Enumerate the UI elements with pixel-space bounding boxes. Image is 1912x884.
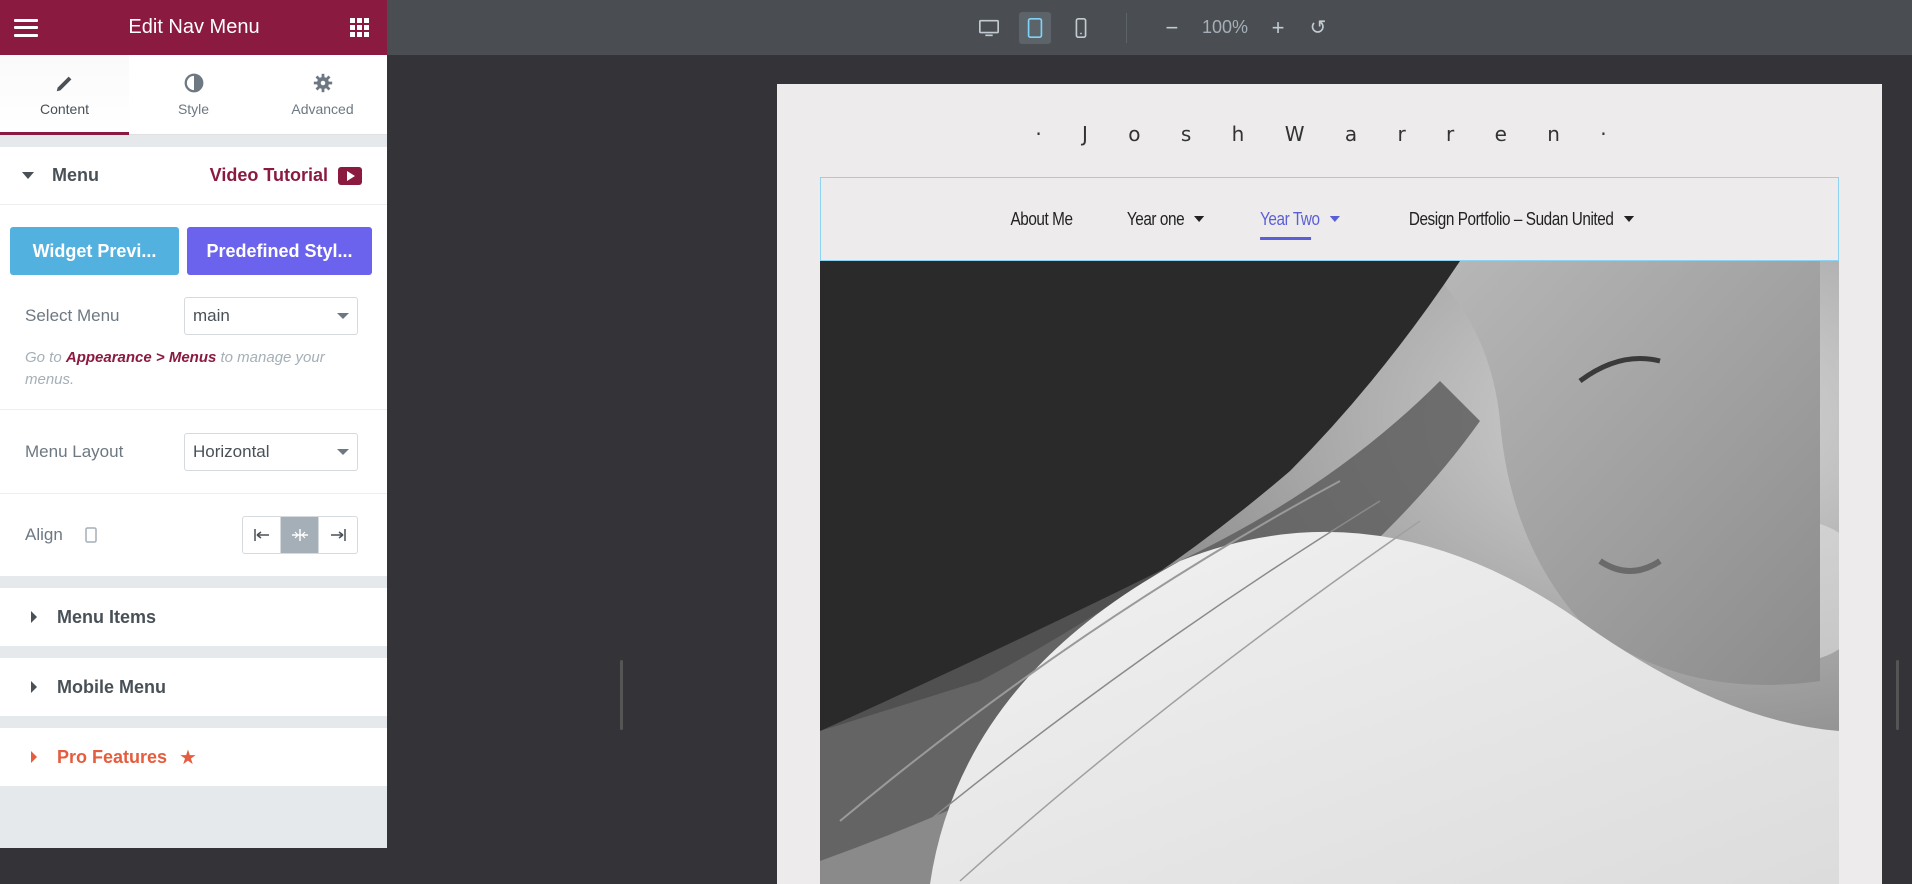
widgets-grid-icon[interactable] bbox=[350, 18, 370, 38]
panel-title: Edit Nav Menu bbox=[128, 16, 259, 39]
mobile-menu-section[interactable]: Mobile Menu bbox=[0, 658, 387, 716]
mobile-icon bbox=[1070, 17, 1092, 39]
menu-layout-value: Horizontal bbox=[193, 442, 270, 462]
nav-item-label: Year one bbox=[1127, 209, 1184, 230]
hamburger-menu-icon[interactable] bbox=[14, 19, 38, 37]
nav-item-about-me[interactable]: About Me bbox=[1010, 209, 1072, 230]
align-right-button[interactable] bbox=[319, 517, 357, 553]
star-icon: ★ bbox=[179, 745, 197, 770]
pro-features-section[interactable]: Pro Features ★ bbox=[0, 728, 387, 786]
panel-tabs: Content Style Advanced bbox=[0, 55, 387, 135]
zoom-in-button[interactable]: + bbox=[1263, 13, 1293, 43]
half-circle-icon bbox=[183, 72, 205, 94]
nav-item-label: Year Two bbox=[1260, 209, 1320, 230]
tablet-icon bbox=[1024, 17, 1046, 39]
nav-item-year-one[interactable]: Year one bbox=[1127, 209, 1205, 230]
resize-handle-right[interactable] bbox=[1896, 660, 1899, 730]
select-menu-label: Select Menu bbox=[25, 306, 184, 326]
preview-canvas: · J o s h W a r r e n · About Me Year on… bbox=[387, 55, 1912, 848]
select-menu-control: Select Menu main bbox=[0, 291, 387, 341]
zoom-level: 100% bbox=[1202, 17, 1248, 38]
hero-photo bbox=[820, 261, 1839, 884]
menu-section-header[interactable]: Menu Video Tutorial bbox=[0, 147, 387, 205]
tab-advanced[interactable]: Advanced bbox=[258, 55, 387, 134]
menu-items-section[interactable]: Menu Items bbox=[0, 588, 387, 646]
align-control: Align bbox=[0, 494, 387, 576]
menu-section-title: Menu bbox=[52, 165, 99, 186]
gear-icon bbox=[312, 72, 334, 94]
align-center-button[interactable] bbox=[281, 517, 319, 553]
responsive-toolbar: − 100% + ↺ bbox=[387, 0, 1912, 55]
nav-item-label: About Me bbox=[1010, 209, 1072, 230]
tab-content[interactable]: Content bbox=[0, 55, 129, 134]
portrait-image bbox=[820, 261, 1839, 884]
caret-right-icon bbox=[31, 611, 37, 623]
appearance-menus-link[interactable]: Appearance > Menus bbox=[66, 349, 216, 366]
minus-icon: − bbox=[1166, 15, 1179, 41]
mobile-view-button[interactable] bbox=[1065, 12, 1097, 44]
select-menu-value: main bbox=[193, 306, 230, 326]
menu-layout-dropdown[interactable]: Horizontal bbox=[184, 433, 358, 471]
tab-style[interactable]: Style bbox=[129, 55, 258, 134]
resize-handle-left[interactable] bbox=[620, 660, 623, 730]
reset-zoom-button[interactable]: ↺ bbox=[1303, 13, 1333, 43]
toolbar-divider bbox=[1126, 13, 1127, 43]
predefined-style-button[interactable]: Predefined Styl... bbox=[187, 227, 372, 275]
widget-preview-button[interactable]: Widget Previ... bbox=[10, 227, 179, 275]
chevron-down-icon bbox=[1194, 216, 1204, 222]
caret-down-icon bbox=[22, 172, 34, 179]
select-menu-dropdown[interactable]: main bbox=[184, 297, 358, 335]
hint-prefix: Go to bbox=[25, 349, 66, 366]
play-video-icon bbox=[338, 167, 362, 185]
nav-item-year-two[interactable]: Year Two bbox=[1260, 209, 1340, 230]
caret-right-icon bbox=[31, 751, 37, 763]
reset-icon: ↺ bbox=[1310, 15, 1327, 40]
tab-style-label: Style bbox=[178, 101, 209, 117]
nav-item-design-portfolio[interactable]: Design Portfolio – Sudan United bbox=[1409, 209, 1634, 230]
align-center-icon bbox=[291, 528, 309, 542]
pro-features-title: Pro Features bbox=[57, 747, 167, 768]
menu-layout-label: Menu Layout bbox=[25, 442, 184, 462]
menu-section: Menu Video Tutorial Widget Previ... Pred… bbox=[0, 147, 387, 576]
align-right-icon bbox=[329, 528, 347, 542]
site-title[interactable]: · J o s h W a r r e n · bbox=[777, 122, 1882, 146]
align-label: Align bbox=[25, 525, 63, 545]
preset-buttons: Widget Previ... Predefined Styl... bbox=[0, 205, 387, 289]
align-left-icon bbox=[253, 528, 271, 542]
zoom-out-button[interactable]: − bbox=[1157, 13, 1187, 43]
desktop-icon bbox=[978, 17, 1000, 39]
tab-advanced-label: Advanced bbox=[291, 101, 353, 117]
panel-header: Edit Nav Menu bbox=[0, 0, 387, 55]
align-buttons bbox=[242, 516, 358, 554]
align-left-button[interactable] bbox=[243, 517, 281, 553]
tablet-view-button[interactable] bbox=[1019, 12, 1051, 44]
align-label-wrap: Align bbox=[25, 525, 242, 545]
nav-menu-widget[interactable]: About Me Year one Year Two Design Portfo… bbox=[820, 177, 1839, 261]
editor-panel: Edit Nav Menu Content Style Advanced Men… bbox=[0, 0, 387, 848]
video-tutorial-label: Video Tutorial bbox=[210, 165, 328, 186]
tablet-responsive-icon[interactable] bbox=[85, 527, 97, 543]
pencil-icon bbox=[54, 72, 76, 94]
chevron-down-icon bbox=[1624, 216, 1634, 222]
caret-right-icon bbox=[31, 681, 37, 693]
menus-hint: Go to Appearance > Menus to manage your … bbox=[0, 341, 387, 410]
chevron-down-icon bbox=[1330, 216, 1340, 222]
desktop-view-button[interactable] bbox=[973, 12, 1005, 44]
chevron-down-icon bbox=[337, 313, 349, 319]
tab-content-label: Content bbox=[40, 101, 89, 117]
chevron-down-icon bbox=[337, 449, 349, 455]
video-tutorial-link[interactable]: Video Tutorial bbox=[210, 165, 362, 186]
nav-item-label: Design Portfolio – Sudan United bbox=[1409, 209, 1614, 230]
menu-items-title: Menu Items bbox=[57, 607, 156, 628]
menu-layout-control: Menu Layout Horizontal bbox=[0, 410, 387, 494]
plus-icon: + bbox=[1272, 15, 1285, 41]
preview-page: · J o s h W a r r e n · About Me Year on… bbox=[777, 84, 1882, 884]
mobile-menu-title: Mobile Menu bbox=[57, 677, 166, 698]
